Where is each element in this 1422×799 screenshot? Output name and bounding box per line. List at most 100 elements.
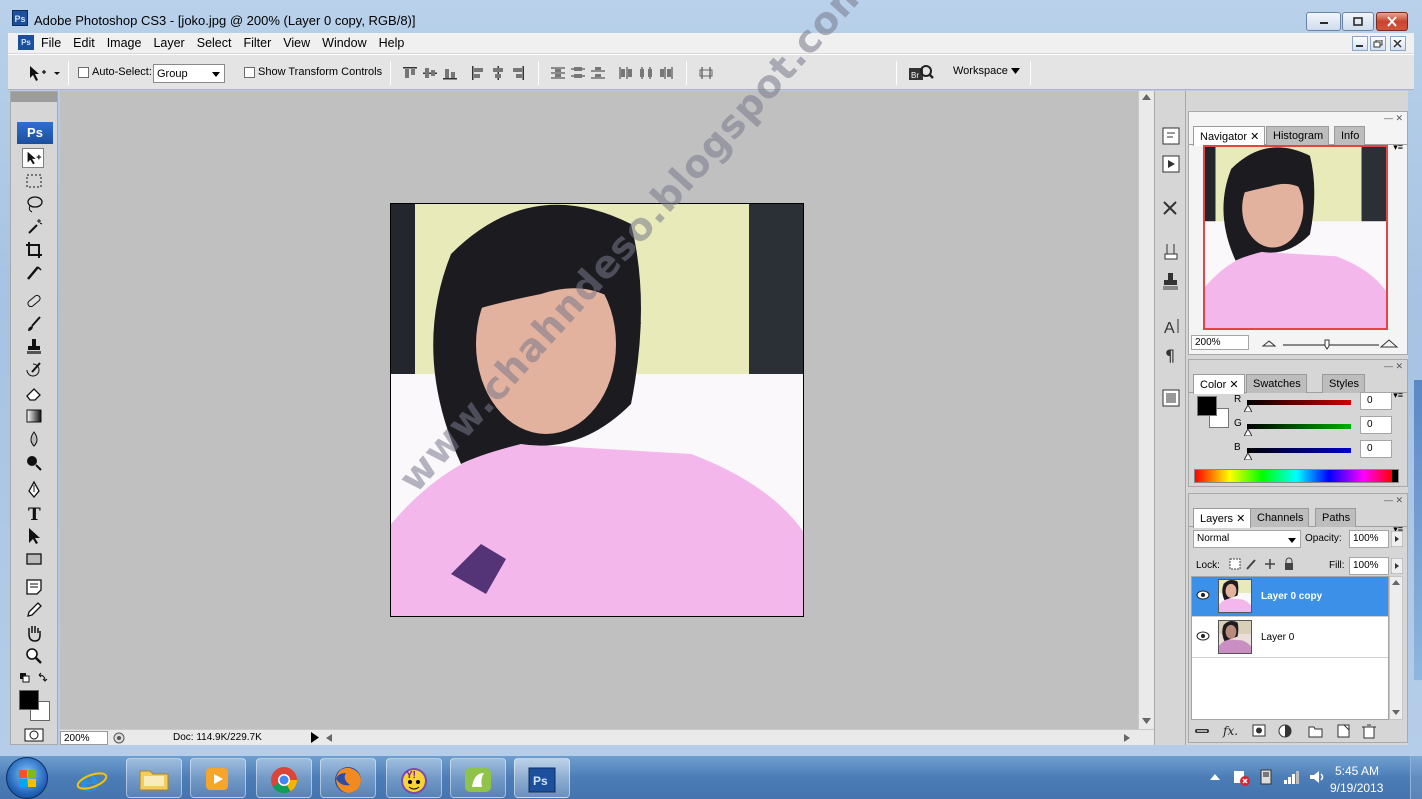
move-tool-icon[interactable] [22,148,44,168]
document-close-button[interactable] [1390,36,1406,51]
layer-row-layer-0-copy[interactable]: Layer 0 copy [1192,577,1388,617]
tab-info[interactable]: Info [1334,126,1366,145]
scroll-down-icon[interactable] [1392,710,1400,715]
slider-thumb-icon[interactable] [1244,429,1252,436]
clock-date[interactable]: 9/19/2013 [1330,781,1383,795]
show-transform-checkbox[interactable] [244,67,255,78]
zoom-tool-icon[interactable] [23,646,45,666]
tab-histogram[interactable]: Histogram [1266,126,1330,145]
blur-icon[interactable] [23,429,45,449]
auto-select-dropdown[interactable]: Group [153,64,225,83]
scroll-right-icon[interactable] [1124,734,1130,742]
tab-channels[interactable]: Channels [1250,508,1310,527]
navigator-thumbnail[interactable] [1203,145,1388,330]
hand-tool-icon[interactable] [23,623,45,643]
align-hcenter-icon[interactable] [490,66,506,80]
photoshop-logo[interactable]: Ps [17,122,53,144]
taskbar-app[interactable] [450,758,506,798]
fill-field[interactable]: 100% [1349,557,1389,575]
blue-slider[interactable] [1247,448,1351,453]
title-bar[interactable]: Ps Adobe Photoshop CS3 - [joko.jpg @ 200… [0,0,1422,33]
brush-tool-icon[interactable] [23,314,45,334]
menu-image[interactable]: Image [107,36,150,50]
bridge-icon[interactable]: Br [908,63,934,83]
volume-icon[interactable] [1308,768,1326,786]
status-options-icon[interactable] [112,731,126,745]
taskbar-photoshop[interactable]: Ps [514,758,570,798]
panel-collapse-icon[interactable]: — ✕ [1384,495,1403,506]
align-left-icon[interactable] [470,66,486,80]
menu-filter[interactable]: Filter [243,36,279,50]
default-colors-icon[interactable] [19,672,49,686]
taskbar-yahoo-messenger[interactable]: Y! [386,758,442,798]
foreground-color-swatch[interactable] [19,690,39,710]
show-hidden-icons-icon[interactable] [1210,772,1220,780]
action-center-icon[interactable] [1232,768,1250,786]
tab-color[interactable]: Color ✕ [1193,374,1245,394]
panel-collapse-icon[interactable]: — ✕ [1384,361,1403,372]
brushes-panel-icon[interactable] [1159,241,1183,263]
tab-paths[interactable]: Paths [1315,508,1357,527]
slider-thumb-icon[interactable] [1244,405,1252,412]
scroll-up-icon[interactable] [1142,94,1151,100]
fill-slider-toggle-icon[interactable] [1391,558,1403,574]
taskbar-firefox[interactable] [320,758,376,798]
clone-stamp-icon[interactable] [23,337,45,357]
menu-edit[interactable]: Edit [73,36,103,50]
distribute-vcenter-icon[interactable] [570,66,586,80]
vertical-scrollbar[interactable] [1138,91,1154,729]
auto-select-checkbox[interactable] [78,67,89,78]
panel-menu-icon[interactable]: ▾≡ [1393,142,1403,153]
eyedropper-icon[interactable] [23,600,45,620]
pen-tool-icon[interactable] [23,480,45,500]
network-signal-icon[interactable] [1282,768,1300,786]
tab-layers[interactable]: Layers ✕ [1193,508,1252,528]
document-minimize-button[interactable] [1352,36,1368,51]
layers-scrollbar[interactable] [1389,576,1403,720]
navigator-zoom-field[interactable]: 200% [1191,335,1249,350]
tab-styles[interactable]: Styles [1322,374,1365,393]
tab-navigator[interactable]: Navigator ✕ [1193,126,1266,146]
clock-time[interactable]: 5:45 AM [1335,764,1379,778]
tool-presets-icon[interactable] [1159,197,1183,219]
color-spectrum-bar[interactable] [1194,469,1399,483]
taskbar-chrome[interactable] [256,758,312,798]
magic-wand-icon[interactable] [23,217,45,237]
zoom-field[interactable]: 200% [60,731,108,745]
opacity-slider-toggle-icon[interactable] [1391,531,1403,547]
slice-tool-icon[interactable] [23,263,45,283]
blend-mode-dropdown[interactable]: Normal [1193,530,1301,548]
device-icon[interactable] [1258,768,1274,786]
align-bottom-icon[interactable] [442,66,458,80]
distribute-right-icon[interactable] [658,66,674,80]
canvas-area[interactable]: www.chahndeso.blogspot.com [60,0,1138,729]
distribute-top-icon[interactable] [550,66,566,80]
menu-help[interactable]: Help [379,36,413,50]
foreground-color-swatch[interactable] [1197,396,1217,416]
healing-brush-icon[interactable] [23,291,45,311]
character-panel-icon[interactable]: A [1159,315,1183,337]
layer-comps-icon[interactable] [1159,387,1183,409]
menu-layer[interactable]: Layer [153,36,192,50]
history-panel-icon[interactable] [1159,125,1183,147]
clone-source-icon[interactable] [1159,271,1183,293]
distribute-bottom-icon[interactable] [590,66,606,80]
shape-tool-icon[interactable] [23,549,45,569]
status-menu-arrow-icon[interactable] [310,732,320,743]
opacity-field[interactable]: 100% [1349,530,1389,548]
panel-menu-icon[interactable]: ▾≡ [1393,390,1403,401]
move-tool-preset-icon[interactable] [26,63,62,83]
crop-tool-icon[interactable] [23,240,45,260]
menu-file[interactable]: File [41,36,69,50]
red-value[interactable]: 0 [1360,392,1392,410]
menu-window[interactable]: Window [322,36,374,50]
lock-options[interactable] [1229,557,1299,571]
layers-footer-buttons[interactable]: fx. [1193,722,1403,740]
align-top-icon[interactable] [402,66,418,80]
taskbar-file-explorer[interactable] [126,758,182,798]
history-brush-icon[interactable] [23,360,45,380]
eraser-icon[interactable] [23,383,45,403]
green-slider[interactable] [1247,424,1351,429]
taskbar-media-player[interactable] [190,758,246,798]
distribute-hcenter-icon[interactable] [638,66,654,80]
